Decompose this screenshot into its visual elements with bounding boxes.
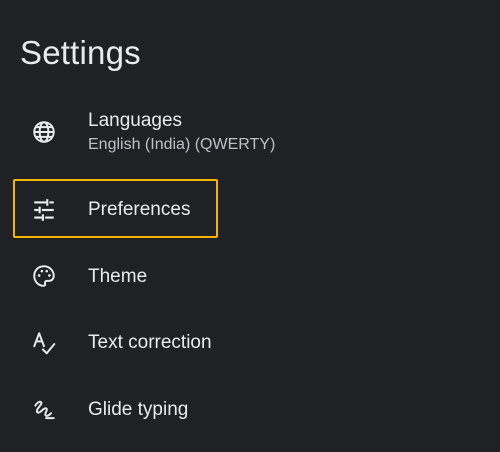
palette-icon bbox=[31, 263, 57, 289]
settings-item-glide-typing[interactable]: Glide typing bbox=[0, 385, 500, 435]
settings-item-subtitle: English (India) (QWERTY) bbox=[88, 136, 276, 153]
spellcheck-icon bbox=[31, 330, 57, 356]
settings-item-label: Languages bbox=[88, 110, 183, 131]
settings-item-label: Theme bbox=[88, 266, 148, 287]
settings-item-label: Text correction bbox=[88, 332, 212, 353]
settings-item-text-correction[interactable]: Text correction bbox=[0, 318, 500, 368]
globe-icon bbox=[31, 119, 57, 145]
focus-highlight bbox=[13, 179, 218, 238]
settings-item-theme[interactable]: Theme bbox=[0, 252, 500, 302]
gesture-icon bbox=[31, 397, 57, 423]
settings-item-languages[interactable]: Languages English (India) (QWERTY) bbox=[0, 107, 500, 157]
settings-item-label: Glide typing bbox=[88, 399, 189, 420]
